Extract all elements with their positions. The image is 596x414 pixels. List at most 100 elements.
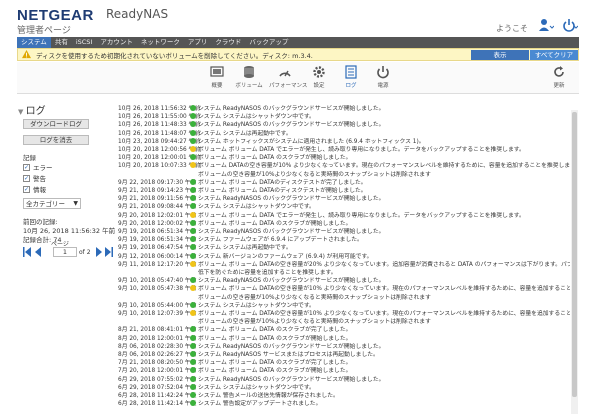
power-icon[interactable] xyxy=(562,18,578,32)
tab-backup[interactable]: バックアップ xyxy=(245,37,292,48)
tab-shares[interactable]: 共有 xyxy=(51,37,72,48)
log-message: ボリュームの空き容量が10%より少なくなると実時間のスナップショットは削除されま… xyxy=(198,171,431,178)
log-message: システム システムは再起動中です。 xyxy=(198,245,292,252)
records-label: 記録 xyxy=(23,154,36,162)
info-status-icon xyxy=(190,137,196,144)
log-message: システム システムは再起動中です。 xyxy=(198,130,292,137)
download-logs-button[interactable]: ダウンロードログ xyxy=(23,119,89,129)
info-status-icon xyxy=(190,351,196,357)
info-status-icon xyxy=(190,228,196,234)
filter-info[interactable]: ✓ 情報 xyxy=(23,184,46,194)
product-name: ReadyNAS xyxy=(106,7,169,21)
category-select[interactable]: 全カテゴリー ▼ xyxy=(23,198,81,209)
filter-warning-label: 警告 xyxy=(33,175,46,183)
log-message: システム ReadyNASOS のバックグラウンドサービスが開始しました。 xyxy=(198,376,385,383)
clear-all-button[interactable]: すべてクリア xyxy=(530,50,578,60)
toolbar-overview[interactable]: 概要 xyxy=(201,65,233,89)
log-message: システム システムはシャットダウン中です。 xyxy=(198,204,315,211)
prev-page-icon[interactable] xyxy=(34,247,42,257)
log-message: システム ホットフィックスがシステムに適用されました (6.9.4 ホットフィッ… xyxy=(198,138,425,145)
tab-iscsi[interactable]: iSCSI xyxy=(72,37,97,48)
warning-status-icon xyxy=(190,310,196,316)
welcome-text: ようこそ xyxy=(496,24,528,33)
alert-message: ディスクを使用するため初期化されていないボリュームを削除してください。ディスク:… xyxy=(36,52,313,60)
user-icon[interactable] xyxy=(538,18,554,32)
filter-warning[interactable]: ✓ 警告 xyxy=(23,173,46,183)
log-message: システム システムはシャットダウン中です。 xyxy=(198,302,315,309)
toolbar-power-label: 電源 xyxy=(377,83,389,89)
toolbar-refresh-label: 更新 xyxy=(553,83,565,89)
tab-accounts[interactable]: アカウント xyxy=(96,37,137,48)
last-page-icon[interactable] xyxy=(105,247,113,257)
app-root: NETGEAR ReadyNAS 管理者ページ ようこそ システム 共有 iSC… xyxy=(0,0,596,414)
warning-icon xyxy=(22,50,31,59)
log-message: ボリュームの空き容量が10%より少なくなると実時間のスナップショットは削除されま… xyxy=(198,319,431,326)
log-message: ボリューム ボリューム DATAの空き容量が10% より少なくなっています。現在… xyxy=(198,311,570,317)
log-message: ボリューム ボリューム DATA のスクラブが完了しました。 xyxy=(198,327,352,334)
system-toolbar: 概要 ボリューム パフォーマンス 設定 ログ 電源 更新 xyxy=(17,62,579,94)
log-message: システム ReadyNASOS のバックグラウンドサービスが開始しました。 xyxy=(198,106,385,112)
tab-apps[interactable]: アプリ xyxy=(184,37,212,48)
volume-icon xyxy=(244,66,254,78)
category-value: 全カテゴリー xyxy=(26,200,65,208)
log-scrollbar[interactable] xyxy=(571,110,578,414)
clear-logs-button[interactable]: ログを消去 xyxy=(23,135,89,145)
power-icon xyxy=(377,66,389,79)
log-message: ボリュームの空き容量が10%より少なくなると実時間のスナップショットは削除されま… xyxy=(198,294,431,301)
info-status-icon xyxy=(190,375,196,382)
warning-status-icon xyxy=(190,146,196,152)
log-section-title[interactable]: ▼ ログ xyxy=(18,102,46,117)
warning-status-icon xyxy=(190,211,196,218)
info-status-icon xyxy=(190,301,196,308)
next-page-icon[interactable] xyxy=(95,247,103,257)
log-message: システム システムはシャットダウン中です。 xyxy=(198,384,315,391)
chevron-down-icon: ▼ xyxy=(18,108,26,116)
toolbar-refresh[interactable]: 更新 xyxy=(543,65,575,89)
overview-icon xyxy=(210,66,224,77)
filter-error[interactable]: ✓ エラー xyxy=(23,162,53,172)
checkbox-info[interactable]: ✓ xyxy=(23,185,30,193)
chevron-down-icon: ▼ xyxy=(73,200,78,207)
log-message: 低下を防ぐために容量を追加することを推奨します。 xyxy=(198,270,337,276)
settings-icon xyxy=(313,66,325,78)
log-message: ボリューム ボリューム DATA のスクラブが開始しました。 xyxy=(198,220,352,227)
tab-system[interactable]: システム xyxy=(17,37,51,48)
log-message: ボリューム ボリューム DATAの空き容量が20% より少なくなっています。追加… xyxy=(198,261,570,268)
checkbox-warning[interactable]: ✓ xyxy=(23,174,30,182)
toolbar-power[interactable]: 電源 xyxy=(367,65,399,89)
tab-network[interactable]: ネットワーク xyxy=(137,37,184,48)
toolbar-settings[interactable]: 設定 xyxy=(303,65,335,89)
log-row: 6月 28, 2018 11:42:14 午後 システム 警告設定がアップデートさ… xyxy=(118,400,570,409)
top-header: NETGEAR ReadyNAS 管理者ページ ようこそ xyxy=(0,0,596,38)
log-message: システム ReadyNASOS のバックグラウンドサービスが開始しました。 xyxy=(198,122,385,129)
toolbar-performance[interactable]: パフォーマンス xyxy=(269,65,308,89)
toolbar-performance-label: パフォーマンス xyxy=(269,83,308,89)
toolbar-logs[interactable]: ログ xyxy=(335,65,367,89)
log-message: ボリューム DATAの空き容量が10% より少なくなっています。現在のパフォーマ… xyxy=(198,163,570,170)
log-message: システム 新バージョンのファームウェア (6.9.4) が利用可能です。 xyxy=(198,253,373,260)
warning-status-icon xyxy=(190,260,196,267)
toolbar-volumes[interactable]: ボリューム xyxy=(233,65,265,89)
log-message: ボリューム ボリューム DATAの空き容量が10% より少なくなっています。現在… xyxy=(198,286,570,293)
page-number-input[interactable]: 1 xyxy=(53,247,77,257)
log-sidebar: ▼ ログ ダウンロードログ ログを消去 記録 ✓ エラー ✓ 警告 ✓ 情報 全カテゴ… xyxy=(17,96,117,296)
log-list: 10月 26, 2018 11:56:32 午前システム ReadyNASOS … xyxy=(118,97,570,414)
log-message: ボリューム ボリューム DATA のスクラブが開始しました。 xyxy=(198,155,352,162)
show-button[interactable]: 表示 xyxy=(471,50,529,60)
checkbox-error[interactable]: ✓ xyxy=(23,163,30,171)
info-status-icon xyxy=(190,334,196,341)
log-message: システム ファームウェアが 6.9.4 にアップデートされました。 xyxy=(198,237,363,244)
log-message: システム システムはシャットダウン中です。 xyxy=(198,114,315,121)
log-title-text: ログ xyxy=(25,106,46,117)
scrollbar-thumb[interactable] xyxy=(572,112,577,397)
info-status-icon xyxy=(190,383,196,390)
log-message: ボリューム ボリューム DATAのディスクテストが開始しました。 xyxy=(198,188,367,194)
first-page-icon[interactable] xyxy=(23,247,31,257)
log-message: ボリューム ボリューム DATA のスクラブが完了しました。 xyxy=(198,360,352,367)
tab-cloud[interactable]: クラウド xyxy=(211,37,245,48)
log-message: システム ReadyNASOS のバックグラウンドサービスが開始しました。 xyxy=(198,278,385,285)
toolbar-volumes-label: ボリューム xyxy=(235,83,263,89)
page-total: of 2 xyxy=(79,249,91,256)
info-status-icon xyxy=(190,392,196,398)
toolbar-overview-label: 概要 xyxy=(211,83,223,89)
